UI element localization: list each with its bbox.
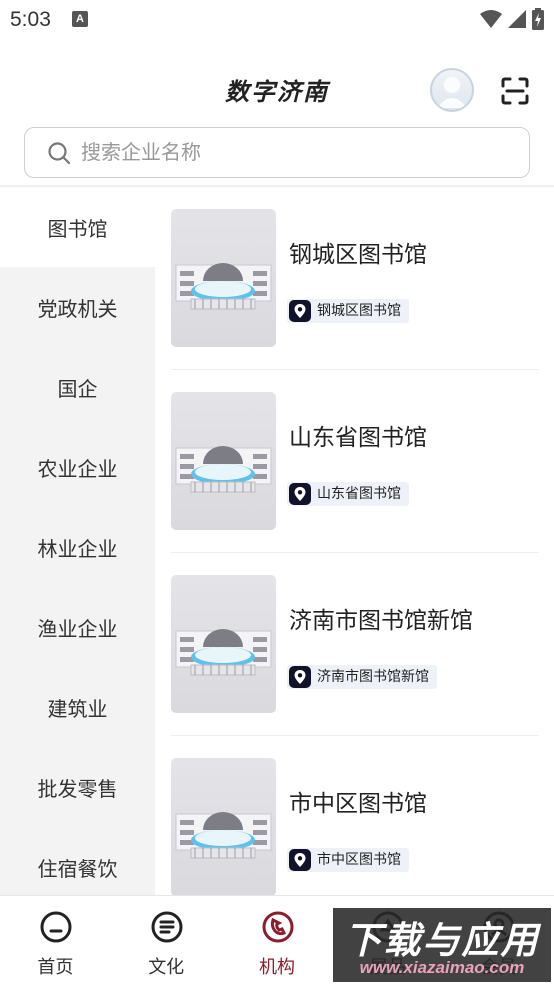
list-item[interactable]: 山东省图书馆 山东省图书馆 [171,370,539,553]
sidebar-item-state-enterprise[interactable]: 国企 [0,347,155,427]
library-thumbnail [171,758,276,895]
nav-label: 文化 [148,957,185,978]
header: 数字济南 [0,40,554,187]
sidebar-item-label: 住宿餐饮 [37,856,118,881]
status-icons [480,8,544,30]
sidebar-item-agriculture[interactable]: 农业企业 [0,427,155,507]
sidebar-item-label: 党政机关 [37,296,118,321]
status-bar: 5:03 A [0,0,554,40]
sidebar-item-government[interactable]: 党政机关 [0,267,155,347]
location-pin-icon [289,483,311,505]
location-pin-icon [289,666,311,688]
nav-label: 机构 [258,957,295,978]
library-thumbnail [171,209,276,347]
sidebar-item-label: 建筑业 [47,696,108,721]
sidebar-item-hospitality[interactable]: 住宿餐饮 [0,827,155,895]
library-building-icon [175,263,272,310]
library-building-icon [175,812,272,859]
sidebar-item-label: 林业企业 [37,536,118,561]
institution-name: 济南市图书馆新馆 [289,608,473,634]
sidebar-item-label: 国企 [57,376,98,401]
institution-icon [262,911,294,943]
search-box[interactable] [24,127,530,178]
sidebar-item-label: 渔业企业 [37,616,118,641]
library-thumbnail [171,575,276,713]
sidebar-item-label: 农业企业 [37,456,118,481]
location-tag-label: 市中区图书馆 [317,852,401,868]
location-pin-icon [289,300,311,322]
search-icon [48,142,71,165]
wifi-icon [480,10,502,28]
institution-name: 钢城区图书馆 [289,242,427,268]
institution-name: 市中区图书馆 [289,791,427,817]
sidebar-item-fishery[interactable]: 渔业企业 [0,587,155,667]
list-item[interactable]: 市中区图书馆 市中区图书馆 [171,736,539,895]
category-sidebar: 图书馆 党政机关 国企 农业企业 林业企业 渔业企业 建筑业 批发零售 住宿餐饮 [0,187,155,895]
location-tag: 钢城区图书馆 [287,299,409,323]
library-building-icon [175,446,272,493]
location-tag: 山东省图书馆 [287,482,409,506]
notification-icon: A [72,11,88,27]
library-building-icon [175,629,272,676]
institution-name: 山东省图书馆 [289,425,427,451]
location-tag: 济南市图书馆新馆 [287,665,437,689]
institution-list: 钢城区图书馆 钢城区图书馆 山东省图书馆 山东省图书馆 济南市图书馆新馆 济南市… [155,187,554,895]
watermark: 下载与应用 www.xiazaimao.com [333,908,551,982]
search-input[interactable] [81,128,511,176]
nav-home[interactable]: 首页 [0,896,111,986]
location-tag-label: 山东省图书馆 [317,486,401,502]
location-tag-label: 钢城区图书馆 [317,303,401,319]
sidebar-item-label: 图书馆 [47,216,108,241]
list-item[interactable]: 钢城区图书馆 钢城区图书馆 [171,187,539,370]
list-item[interactable]: 济南市图书馆新馆 济南市图书馆新馆 [171,553,539,736]
location-tag: 市中区图书馆 [287,848,409,872]
watermark-text: 下载与应用 [344,919,540,962]
user-avatar-icon [437,77,467,108]
signal-icon [508,10,526,28]
avatar[interactable] [430,68,474,112]
battery-icon [532,8,544,30]
nav-institution[interactable]: 机构 [222,896,333,986]
home-icon [40,911,72,943]
sidebar-item-library[interactable]: 图书馆 [0,187,155,267]
location-pin-icon [289,849,311,871]
nav-label: 首页 [37,957,74,978]
library-thumbnail [171,392,276,530]
status-time: 5:03 [10,8,51,31]
nav-culture[interactable]: 文化 [111,896,222,986]
scan-icon [501,77,529,105]
sidebar-item-construction[interactable]: 建筑业 [0,667,155,747]
culture-icon [151,911,183,943]
scan-button[interactable] [500,76,530,106]
location-tag-label: 济南市图书馆新馆 [317,669,429,685]
watermark-url: www.xiazaimao.com [359,958,525,977]
sidebar-item-label: 批发零售 [37,776,118,801]
sidebar-item-retail[interactable]: 批发零售 [0,747,155,827]
sidebar-item-forestry[interactable]: 林业企业 [0,507,155,587]
